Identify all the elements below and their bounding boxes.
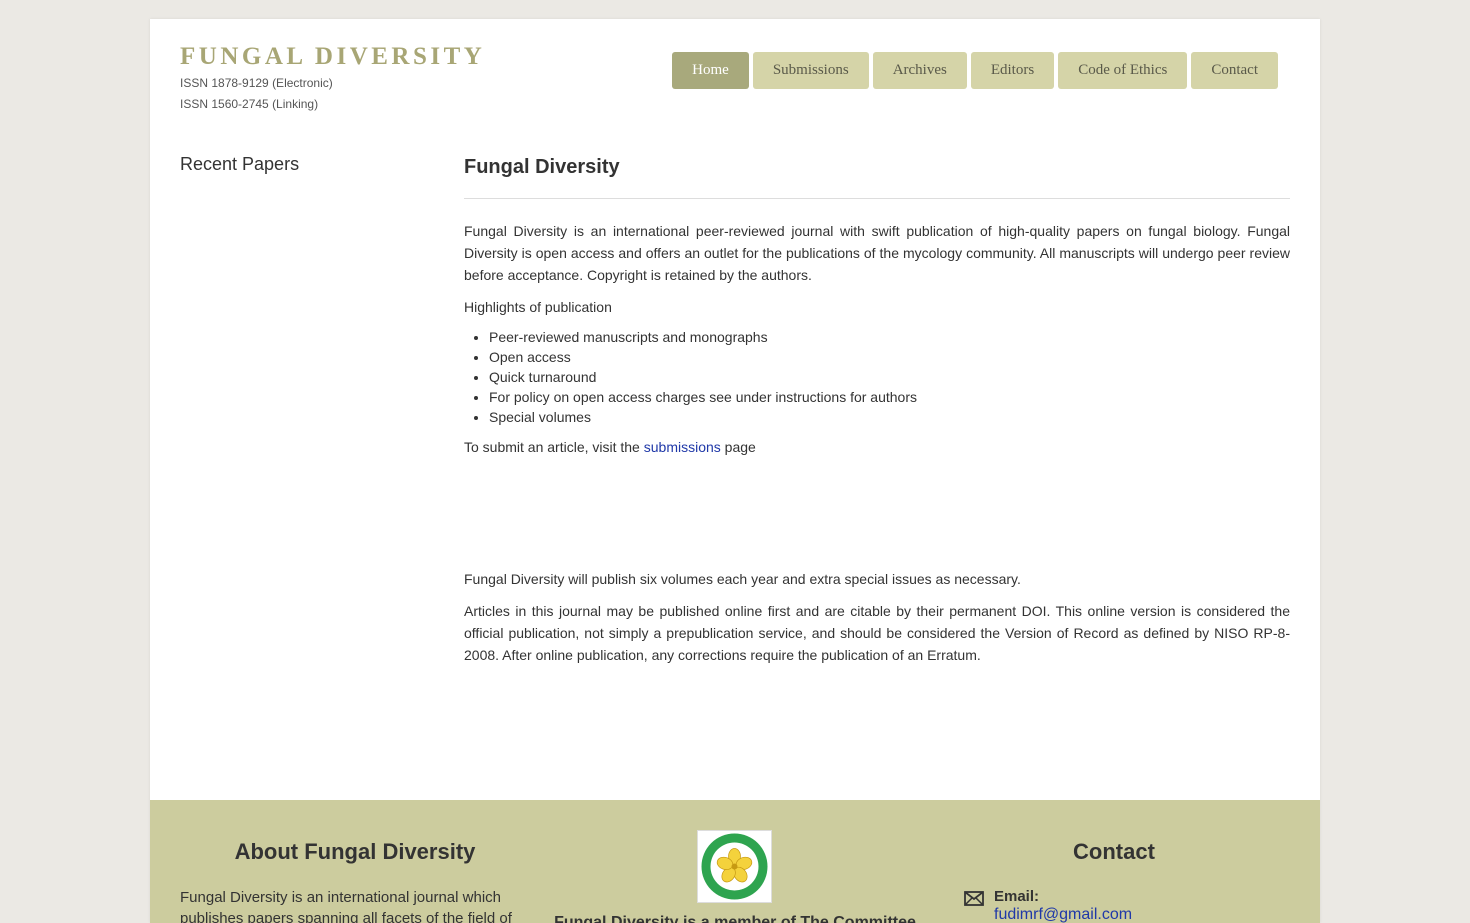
- footer: About Fungal Diversity Fungal Diversity …: [150, 800, 1320, 923]
- main-content: Fungal Diversity Fungal Diversity is an …: [464, 156, 1290, 666]
- list-item: For policy on open access charges see un…: [489, 387, 1290, 407]
- intro-paragraph: Fungal Diversity is an international pee…: [464, 223, 1290, 283]
- contact-title: Contact: [1073, 839, 1155, 864]
- nav-archives[interactable]: Archives: [872, 52, 967, 89]
- highlights-list: Peer-reviewed manuscripts and monographs…: [464, 327, 1290, 427]
- site-title[interactable]: FUNGAL DIVERSITY: [180, 43, 485, 71]
- issn-electronic: ISSN 1878-9129 (Electronic): [180, 76, 333, 90]
- main-nav: Home Submissions Archives Editors Code o…: [672, 52, 1278, 89]
- issn-linking: ISSN 1560-2745 (Linking): [180, 97, 319, 111]
- email-link[interactable]: fudimrf@gmail.com: [994, 906, 1132, 923]
- list-item: Special volumes: [489, 407, 1290, 427]
- nav-submissions[interactable]: Submissions: [752, 52, 869, 89]
- mail-icon: [964, 891, 984, 911]
- submit-paragraph: To submit an article, visit the submissi…: [464, 436, 1290, 458]
- list-item: Quick turnaround: [489, 367, 1290, 387]
- page-title: Fungal Diversity: [464, 156, 620, 178]
- title-divider: [464, 198, 1290, 199]
- membership-text: Fungal Diversity is a member of The Comm…: [554, 914, 916, 923]
- about-title: About Fungal Diversity: [234, 839, 476, 864]
- email-label: Email:: [994, 888, 1040, 905]
- highlights-heading: Highlights of publication: [464, 299, 612, 315]
- nav-contact[interactable]: Contact: [1191, 52, 1278, 89]
- about-text: Fungal Diversity is an international jou…: [180, 889, 512, 923]
- submissions-link[interactable]: submissions: [644, 439, 721, 455]
- page-container: FUNGAL DIVERSITY ISSN 1878-9129 (Electro…: [150, 19, 1320, 923]
- list-item: Peer-reviewed manuscripts and monographs: [489, 327, 1290, 347]
- list-item: Open access: [489, 347, 1290, 367]
- sidebar-recent-papers-title: Recent Papers: [180, 154, 300, 174]
- publish-note: Fungal Diversity will publish six volume…: [464, 571, 1021, 587]
- articles-note: Articles in this journal may be publishe…: [464, 603, 1290, 663]
- nav-home[interactable]: Home: [672, 52, 749, 89]
- submit-prefix: To submit an article, visit the: [464, 439, 644, 455]
- nav-editors[interactable]: Editors: [970, 52, 1055, 89]
- submit-suffix: page: [720, 439, 756, 455]
- nav-code-of-ethics[interactable]: Code of Ethics: [1058, 52, 1188, 89]
- institute-logo: [697, 830, 772, 903]
